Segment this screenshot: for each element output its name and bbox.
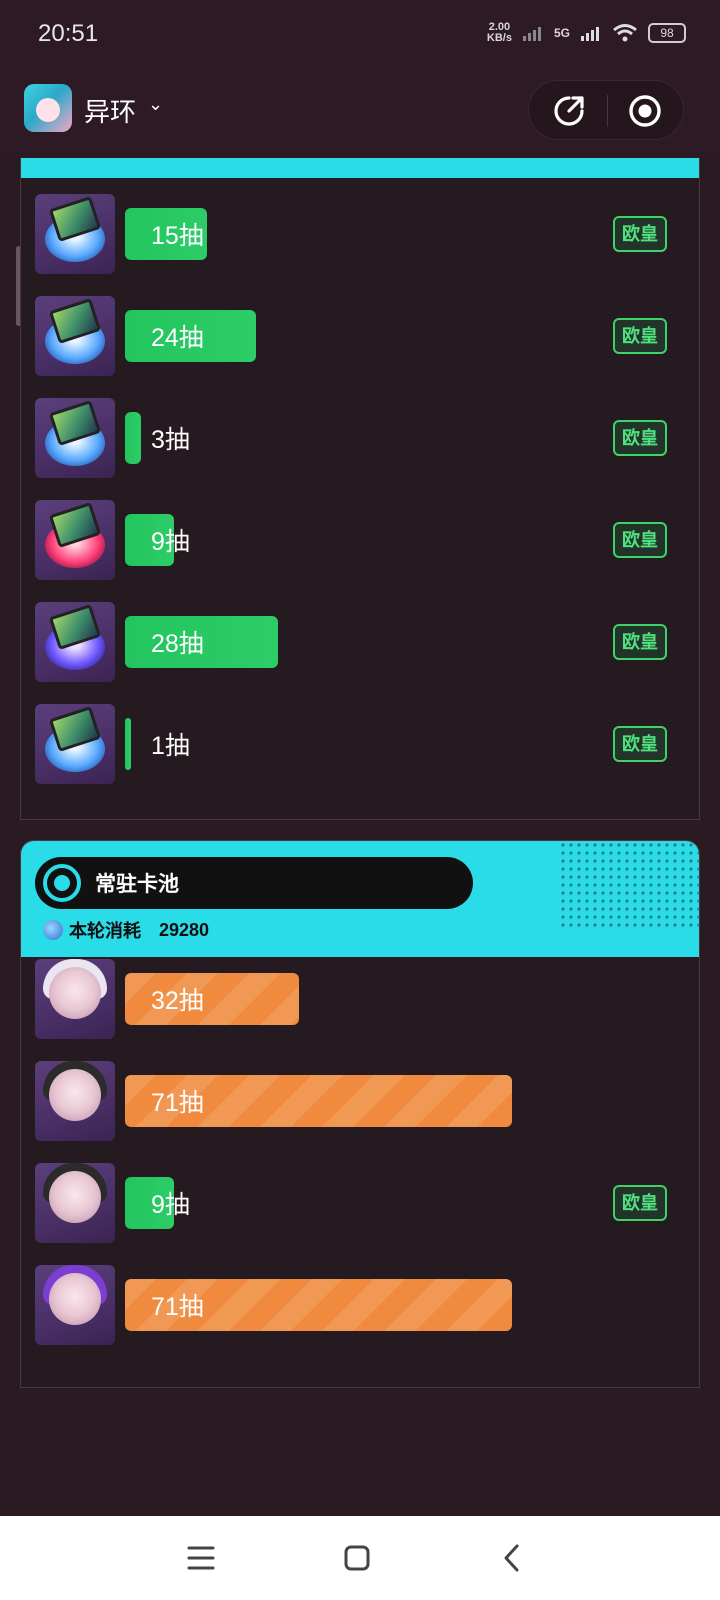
pull-count-label: 71抽 xyxy=(151,1089,204,1117)
item-thumbnail xyxy=(35,296,115,376)
lucky-badge: 欧皇 xyxy=(613,216,667,252)
pull-count-bar xyxy=(125,412,141,464)
battery-indicator: 98 xyxy=(648,23,686,43)
item-thumbnail xyxy=(35,959,115,1039)
pull-count-label: 32抽 xyxy=(151,987,204,1015)
lucky-badge: 欧皇 xyxy=(613,1185,667,1221)
home-square-icon[interactable] xyxy=(337,1538,377,1578)
mini-program-capsule xyxy=(528,80,684,140)
limited-pool-card: 15抽 欧皇 24抽 欧皇 3抽 欧皇 9抽 欧皇 28抽 欧皇 1抽 欧皇 xyxy=(20,158,700,820)
character-portrait xyxy=(49,967,101,1019)
consume-label: 本轮消耗 xyxy=(69,921,141,941)
pull-count-label: 71抽 xyxy=(151,1293,204,1321)
network-type: 5G xyxy=(553,26,570,40)
status-bar: 20:51 2.00 KB/s 5G 98 xyxy=(0,0,720,64)
lucky-badge: 欧皇 xyxy=(613,624,667,660)
pull-count-label: 1抽 xyxy=(151,732,190,760)
item-thumbnail xyxy=(35,704,115,784)
list-item[interactable]: 9抽 欧皇 xyxy=(35,1163,685,1243)
capsule-divider xyxy=(607,95,608,127)
list-item[interactable]: 71抽 xyxy=(35,1265,685,1345)
lucky-badge: 欧皇 xyxy=(613,726,667,762)
app-avatar[interactable] xyxy=(24,84,72,132)
list-item[interactable]: 24抽 欧皇 xyxy=(35,296,685,376)
lucky-badge: 欧皇 xyxy=(613,318,667,354)
character-portrait xyxy=(49,1171,101,1223)
network-speed: 2.00 KB/s xyxy=(486,21,512,44)
target-icon xyxy=(43,864,81,902)
system-nav-bar xyxy=(0,1516,720,1600)
signal-icon xyxy=(581,27,599,41)
app-header: 异环 ⌄ xyxy=(0,64,720,158)
item-thumbnail xyxy=(35,602,115,682)
currency-icon xyxy=(43,920,63,940)
item-thumbnail xyxy=(35,1265,115,1345)
status-time: 20:51 xyxy=(38,20,99,47)
pull-count-label: 15抽 xyxy=(151,222,204,250)
lucky-badge: 欧皇 xyxy=(613,522,667,558)
item-thumbnail xyxy=(35,194,115,274)
item-thumbnail xyxy=(35,398,115,478)
chevron-down-icon[interactable]: ⌄ xyxy=(148,94,163,115)
item-thumbnail xyxy=(35,500,115,580)
pull-count-label: 9抽 xyxy=(151,528,190,556)
dot-pattern-decoration xyxy=(559,841,699,931)
consume-summary: 本轮消耗 29280 xyxy=(43,917,209,943)
list-item[interactable]: 28抽 欧皇 xyxy=(35,602,685,682)
item-thumbnail xyxy=(35,1061,115,1141)
item-thumbnail xyxy=(35,1163,115,1243)
list-item[interactable]: 32抽 xyxy=(35,959,685,1039)
pool-header: 常驻卡池 本轮消耗 29280 xyxy=(21,841,699,957)
pull-count-label: 3抽 xyxy=(151,426,190,454)
list-item[interactable]: 9抽 欧皇 xyxy=(35,500,685,580)
menu-icon[interactable] xyxy=(181,1538,221,1578)
pull-count-label: 24抽 xyxy=(151,324,204,352)
consume-value: 29280 xyxy=(159,919,210,940)
character-portrait xyxy=(49,1069,101,1121)
character-portrait xyxy=(49,1273,101,1325)
pool-header-strip xyxy=(21,158,699,178)
share-icon[interactable] xyxy=(551,93,587,129)
wifi-icon xyxy=(613,24,637,42)
pull-count-label: 28抽 xyxy=(151,630,204,658)
list-item[interactable]: 1抽 欧皇 xyxy=(35,704,685,784)
record-icon[interactable] xyxy=(627,93,663,129)
signal-icon xyxy=(522,27,541,41)
pool-title: 常驻卡池 xyxy=(95,873,179,896)
app-name[interactable]: 异环 xyxy=(84,92,136,129)
list-item[interactable]: 71抽 xyxy=(35,1061,685,1141)
pull-count-label: 9抽 xyxy=(151,1191,190,1219)
pull-count-bar xyxy=(125,718,131,770)
list-item[interactable]: 15抽 欧皇 xyxy=(35,194,685,274)
back-chevron-icon[interactable] xyxy=(493,1538,533,1578)
list-item[interactable]: 3抽 欧皇 xyxy=(35,398,685,478)
lucky-badge: 欧皇 xyxy=(613,420,667,456)
status-icons: 2.00 KB/s 5G 98 xyxy=(487,20,686,46)
standard-pool-card: 常驻卡池 本轮消耗 29280 32抽 71抽 9抽 欧皇 71抽 xyxy=(20,840,700,1388)
pool-title-pill: 常驻卡池 xyxy=(35,857,473,909)
